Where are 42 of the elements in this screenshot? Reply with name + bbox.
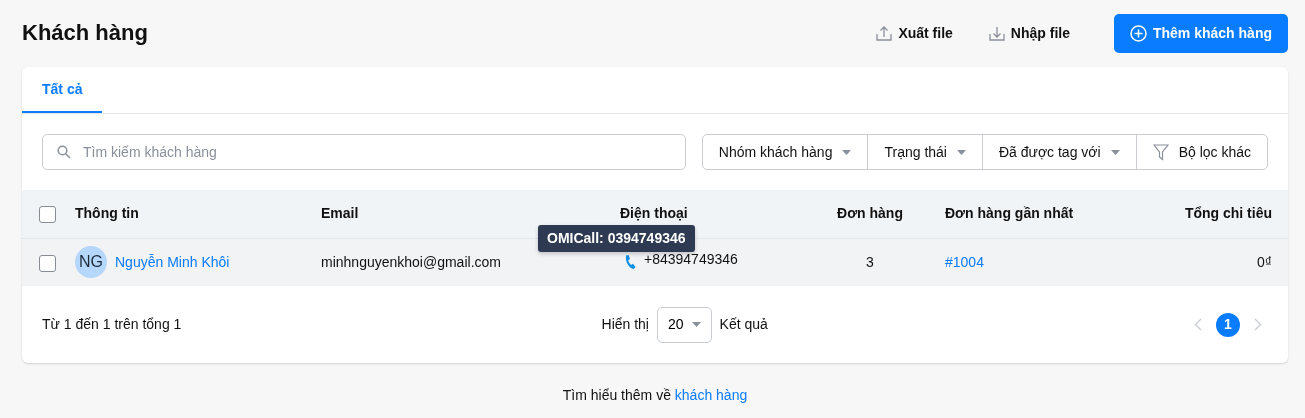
filter-button[interactable]: Bộ lọc khác [1135, 135, 1267, 169]
caret-icon [1110, 149, 1120, 155]
column-header: Đơn hàng gần nhất [945, 205, 1074, 222]
avatar: NG [75, 246, 107, 279]
column-header: Tổng chi tiêu [1184, 205, 1272, 222]
upload-icon [876, 26, 893, 41]
funnel-icon [1152, 143, 1169, 161]
export-button[interactable]: Xuất file [866, 17, 963, 50]
column-header: Đơn hàng [837, 205, 903, 222]
caret-icon [956, 149, 966, 155]
caret-icon [842, 149, 852, 155]
total-spent: 0₫ [1257, 253, 1272, 270]
tab[interactable]: Tất cả [22, 67, 103, 113]
order-count: 3 [866, 253, 874, 270]
help-text: Tìm hiểu thêm về [562, 387, 672, 403]
tooltip: OMICall: 0394749346 [538, 225, 695, 252]
column-header: Thông tin [75, 205, 139, 222]
column-header: Email [321, 205, 359, 222]
download-icon [988, 26, 1005, 41]
customer-name-link[interactable]: Nguyễn Minh Khôi [115, 251, 230, 273]
checkbox[interactable] [39, 254, 56, 272]
page-title: Khách hàng [22, 20, 148, 47]
order-link[interactable]: #1004 [945, 253, 984, 270]
filter-dropdown[interactable]: Nhóm khách hàng [702, 135, 868, 169]
email-text: minhnguyenkhoi@gmail.com [321, 253, 501, 270]
phone-icon[interactable] [624, 254, 636, 271]
phone-number: +84394749346 [644, 249, 738, 269]
caret-icon [691, 322, 701, 327]
help-link[interactable]: khách hàng [674, 387, 748, 403]
filter-dropdown[interactable]: Trạng thái [867, 135, 982, 169]
page-size-select[interactable]: 20 [657, 306, 712, 343]
checkbox[interactable] [39, 206, 56, 224]
import-button[interactable]: Nhập file [978, 17, 1080, 50]
results-summary: Từ 1 đến 1 trên tổng 1 [42, 315, 182, 334]
show-label: Hiển thị [601, 315, 649, 334]
search-field[interactable]: Tìm kiếm khách hàng [42, 134, 686, 170]
plus-circle-icon [1129, 25, 1147, 42]
filter-dropdown[interactable]: Đã được tag với [981, 135, 1136, 169]
page-button[interactable]: 1 [1216, 312, 1240, 337]
column-header: Điện thoại [620, 205, 688, 222]
results-label: Kết quả [719, 315, 768, 334]
add-customer-button[interactable]: Thêm khách hàng [1113, 14, 1288, 53]
